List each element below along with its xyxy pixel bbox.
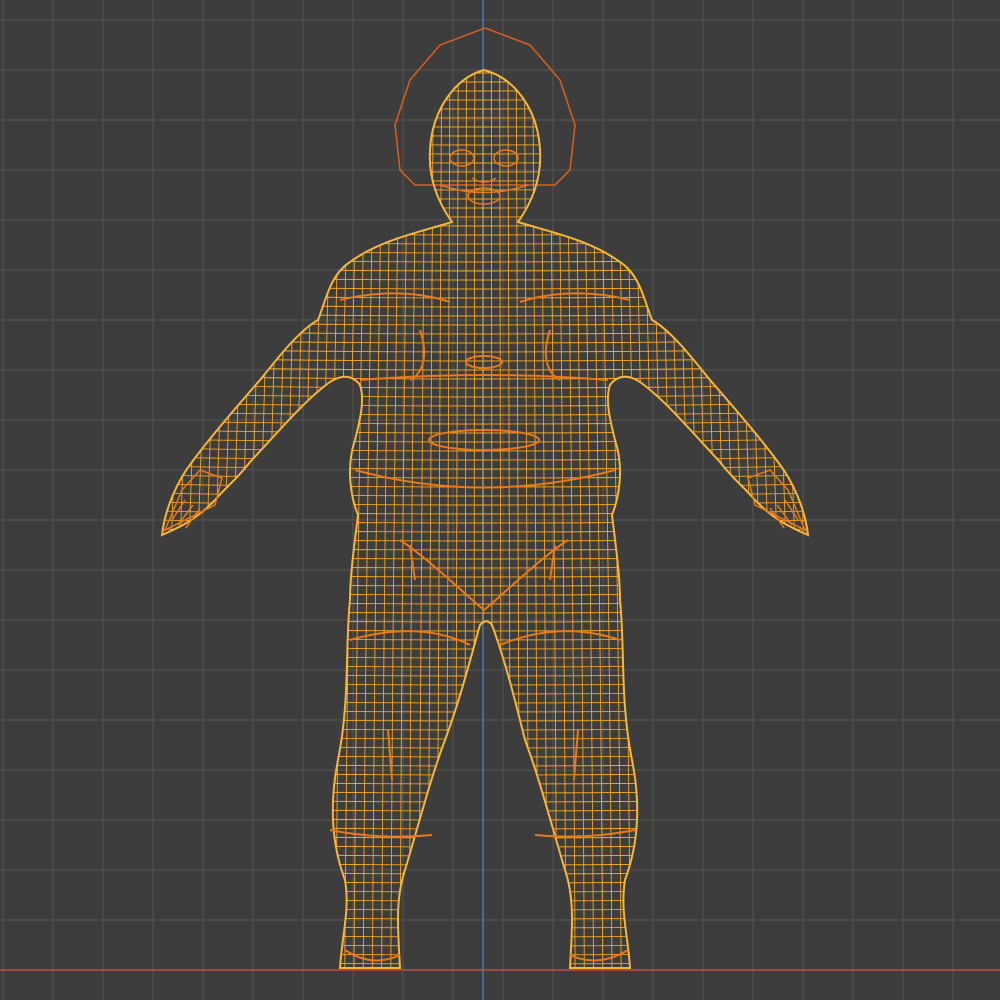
hand-wireframe: [163, 469, 807, 532]
mesh-edge: [162, 420, 808, 425]
mesh-edge: [162, 672, 808, 677]
mesh-edge: [162, 915, 808, 920]
head-envelope-outline: [394, 27, 576, 186]
3d-viewport[interactable]: [0, 0, 1000, 1000]
mesh-edge: [162, 654, 808, 659]
mesh-edge: [162, 708, 808, 713]
mesh-edge: [162, 645, 808, 650]
mesh-edge: [162, 591, 808, 596]
mesh-edge: [162, 438, 808, 443]
mesh-edge: [162, 231, 808, 236]
mesh-edge: [162, 150, 808, 155]
mesh-edge: [162, 942, 808, 947]
mesh-edge: [490, 70, 493, 968]
mesh-edge: [162, 465, 808, 470]
mesh-edge: [162, 276, 808, 281]
mesh-edge: [162, 636, 808, 641]
mesh-edge: [162, 960, 808, 965]
mesh-edge: [162, 492, 808, 497]
mesh-edge: [162, 330, 808, 335]
mesh-edge: [162, 501, 808, 506]
mesh-edge: [162, 249, 808, 254]
mesh-edge: [162, 546, 808, 551]
mesh-edge: [162, 951, 808, 956]
mesh-edge: [162, 132, 808, 137]
mesh-edge: [162, 600, 808, 605]
mesh-edge: [162, 303, 808, 308]
mesh-edge: [162, 924, 808, 929]
mesh-edge: [162, 123, 808, 128]
mesh-edge: [162, 861, 808, 866]
mesh-edge: [162, 780, 808, 785]
mesh-edge: [162, 762, 808, 767]
mesh-edge: [162, 528, 808, 533]
mesh-edge: [162, 825, 808, 830]
mesh-edge: [162, 771, 808, 776]
mesh-edge: [162, 177, 808, 182]
mesh-edge: [162, 573, 808, 578]
mesh-edge: [162, 348, 808, 353]
mesh-edge: [162, 564, 808, 569]
mesh-edge: [162, 888, 808, 893]
mesh-edge: [473, 70, 476, 968]
mesh-edge: [162, 906, 808, 911]
mesh-edge: [162, 456, 808, 461]
mesh-edge: [162, 555, 808, 560]
mesh-edge: [162, 141, 808, 146]
mesh-edge: [162, 474, 808, 479]
mesh-edge: [162, 294, 808, 299]
mesh-edge: [162, 699, 808, 704]
mesh-edge: [162, 897, 808, 902]
mesh-edge: [162, 195, 808, 200]
mesh-edge: [162, 807, 808, 812]
mesh-edge: [162, 798, 808, 803]
mesh-edge: [162, 204, 808, 209]
mesh-edge: [162, 87, 808, 92]
mesh-edge: [162, 312, 808, 317]
mesh-edge: [162, 114, 808, 119]
mesh-edge: [162, 834, 808, 839]
mesh-edge: [162, 321, 808, 326]
mesh-edge: [162, 879, 808, 884]
mesh-edge: [162, 852, 808, 857]
mesh-edge: [162, 510, 808, 515]
mesh-edge: [162, 96, 808, 101]
mesh-edge: [162, 582, 808, 587]
mesh-edge: [162, 384, 808, 389]
mesh-edge: [162, 339, 808, 344]
mesh-edge: [162, 159, 808, 164]
mesh-edge: [162, 375, 808, 380]
mesh-edge: [162, 735, 808, 740]
mesh-edge: [162, 285, 808, 290]
mesh-edge: [162, 843, 808, 848]
mesh-edge: [162, 870, 808, 875]
mesh-edge: [162, 726, 808, 731]
mesh-edge: [162, 222, 808, 227]
mesh-edge: [162, 744, 808, 749]
mesh-edge: [162, 240, 808, 245]
mesh-edge: [162, 690, 808, 695]
mesh-edge: [162, 357, 808, 362]
mesh-edge: [162, 213, 808, 218]
mesh-edge: [162, 753, 808, 758]
mesh-edge: [162, 537, 808, 542]
mesh-edge: [162, 933, 808, 938]
mesh-edge: [162, 78, 808, 83]
mesh-edge: [162, 105, 808, 110]
mesh-edge: [162, 681, 808, 686]
mesh-edge: [162, 258, 808, 263]
mesh-edge: [162, 789, 808, 794]
mesh-edge: [162, 663, 808, 668]
mesh-edge: [162, 627, 808, 632]
